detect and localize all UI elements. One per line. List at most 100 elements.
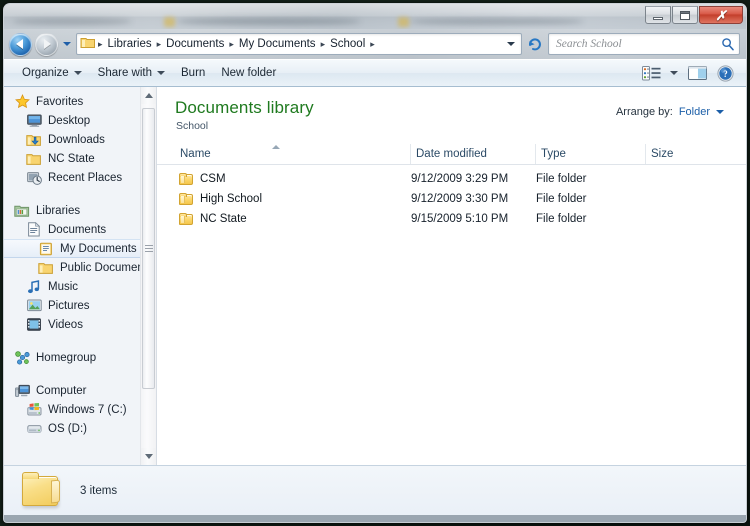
sidebar-item-public-documents[interactable]: Public Documen [4, 258, 140, 277]
sidebar-item-pictures[interactable]: Pictures [4, 296, 140, 315]
sidebar-item-os-d[interactable]: OS (D:) [4, 419, 140, 438]
refresh-icon [528, 38, 541, 51]
content-pane: Documents library School Arrange by: Fol… [157, 87, 746, 465]
new-folder-button[interactable]: New folder [213, 63, 284, 83]
help-button[interactable]: ? [712, 62, 738, 84]
arrange-by-value[interactable]: Folder [679, 106, 710, 118]
column-header-size[interactable]: Size [646, 144, 724, 164]
search-input[interactable]: Search School [548, 33, 740, 55]
windows-drive-icon [26, 402, 42, 418]
breadcrumb-dropdown-button[interactable] [503, 42, 519, 46]
sidebar-label: Public Documen [60, 261, 140, 274]
sidebar-item-downloads[interactable]: Downloads [4, 130, 140, 149]
sidebar-item-music[interactable]: Music [4, 277, 140, 296]
change-view-dropdown-button[interactable] [666, 62, 682, 84]
help-icon: ? [716, 64, 734, 82]
maximize-button[interactable] [672, 6, 698, 24]
burn-button[interactable]: Burn [173, 63, 213, 83]
chevron-down-icon [73, 71, 82, 75]
back-button[interactable] [9, 32, 32, 56]
glass-blur-decoration [398, 17, 409, 27]
glass-blur-decoration [409, 18, 584, 25]
new-folder-label: New folder [221, 67, 277, 79]
scroll-down-button[interactable] [141, 448, 156, 465]
sidebar-item-computer[interactable]: Computer [4, 381, 140, 400]
table-row[interactable]: NC State 9/15/2009 5:10 PM File folder [157, 209, 746, 229]
refresh-button[interactable] [525, 34, 545, 55]
breadcrumb-item-documents[interactable]: Documents [162, 36, 228, 52]
drive-icon [26, 421, 42, 437]
breadcrumb-separator[interactable]: ▸ [369, 39, 376, 50]
navigation-scrollbar[interactable] [140, 87, 156, 465]
videos-icon [26, 317, 42, 333]
downloads-folder-icon [26, 132, 42, 148]
sidebar-item-videos[interactable]: Videos [4, 315, 140, 334]
scrollbar-track[interactable] [141, 104, 156, 448]
folder-icon [38, 260, 54, 276]
recent-pages-button[interactable] [61, 36, 73, 52]
breadcrumb-item-libraries[interactable]: Libraries [104, 36, 156, 52]
chevron-down-icon[interactable] [716, 110, 724, 114]
breadcrumb-separator[interactable]: ▸ [228, 39, 235, 50]
close-button[interactable]: ✗ [699, 6, 743, 24]
table-row[interactable]: CSM 9/12/2009 3:29 PM File folder [157, 169, 746, 189]
column-headers: Name Date modified Type Size [157, 144, 746, 165]
folder-icon [22, 471, 58, 506]
file-name-cell: NC State [179, 212, 411, 225]
status-item-count: 3 items [80, 484, 118, 497]
column-header-type[interactable]: Type [536, 144, 646, 164]
documents-library-icon [26, 222, 42, 238]
sidebar-label: Videos [48, 318, 83, 331]
share-with-button[interactable]: Share with [90, 63, 173, 83]
sidebar-label: Music [48, 280, 79, 293]
change-view-button[interactable] [638, 62, 664, 84]
sidebar-item-documents[interactable]: Documents [4, 220, 140, 239]
column-label: Date modified [416, 148, 487, 160]
navigation-tree: Favorites Desktop Downloads NC State Rec… [4, 87, 140, 465]
sidebar-item-desktop[interactable]: Desktop [4, 111, 140, 130]
forward-button[interactable] [35, 32, 58, 56]
column-header-date-modified[interactable]: Date modified [411, 144, 536, 164]
sidebar-item-libraries[interactable]: Libraries [4, 201, 140, 220]
sidebar-item-windows-7-c[interactable]: Windows 7 (C:) [4, 400, 140, 419]
minimize-button[interactable] [645, 6, 671, 24]
file-name-cell: CSM [179, 172, 411, 185]
file-name: CSM [200, 173, 226, 185]
table-row[interactable]: High School 9/12/2009 3:30 PM File folde… [157, 189, 746, 209]
sidebar-label: My Documents [60, 242, 137, 255]
sidebar-label: Libraries [36, 204, 81, 217]
command-bar-right: ? [638, 62, 742, 84]
sidebar-label: Pictures [48, 299, 90, 312]
file-name-cell: High School [179, 192, 411, 205]
pictures-icon [26, 298, 42, 314]
file-date-cell: 9/12/2009 3:30 PM [411, 193, 509, 205]
file-type-cell: File folder [536, 193, 587, 205]
status-bar: 3 items [4, 465, 746, 515]
sidebar-item-my-documents[interactable]: My Documents [4, 239, 140, 258]
maximize-icon [680, 10, 690, 20]
breadcrumb-separator[interactable]: ▸ [97, 39, 104, 50]
address-bar: ▸ Libraries ▸ Documents ▸ My Documents ▸… [4, 29, 746, 59]
preview-pane-button[interactable] [684, 62, 710, 84]
sidebar-item-homegroup[interactable]: Homegroup [4, 348, 140, 367]
arrange-by: Arrange by: Folder [616, 106, 724, 118]
sidebar-item-nc-state[interactable]: NC State [4, 149, 140, 168]
breadcrumb[interactable]: ▸ Libraries ▸ Documents ▸ My Documents ▸… [76, 33, 522, 55]
scroll-up-button[interactable] [141, 87, 156, 104]
scrollbar-thumb[interactable] [142, 108, 155, 389]
chevron-down-icon [507, 42, 515, 46]
file-type-cell: File folder [536, 213, 587, 225]
triangle-up-icon [144, 93, 153, 98]
breadcrumb-item-school[interactable]: School [326, 36, 369, 52]
column-header-name[interactable]: Name [175, 144, 411, 164]
glass-blur-decoration [12, 18, 132, 25]
svg-text:?: ? [723, 69, 728, 79]
sidebar-item-recent-places[interactable]: Recent Places [4, 168, 140, 187]
homegroup-icon [14, 350, 30, 366]
sidebar-item-favorites[interactable]: Favorites [4, 92, 140, 111]
breadcrumb-item-my-documents[interactable]: My Documents [235, 36, 320, 52]
column-label: Type [541, 148, 566, 160]
organize-button[interactable]: Organize [14, 63, 90, 83]
preview-pane-icon [687, 66, 707, 80]
